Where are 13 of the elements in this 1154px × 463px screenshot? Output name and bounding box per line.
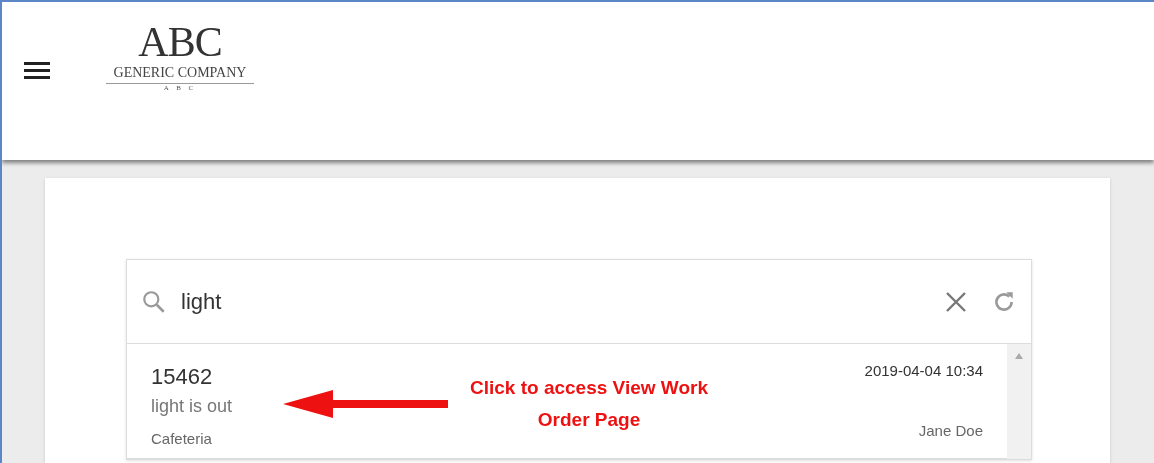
scroll-up-icon[interactable] xyxy=(1014,352,1024,360)
scrollbar[interactable] xyxy=(1007,344,1031,459)
order-location: Cafeteria xyxy=(151,429,213,449)
order-description: light is out xyxy=(151,395,233,418)
annotation-text: Click to access View Work Order Page xyxy=(469,376,709,432)
search-icon xyxy=(141,288,167,315)
clear-button[interactable] xyxy=(945,289,967,314)
search-field[interactable]: light xyxy=(181,285,945,318)
order-number: 15462 xyxy=(151,363,214,391)
order-assignee: Jane Doe xyxy=(918,420,983,441)
arrow-icon xyxy=(283,389,448,419)
logo-mark: ABC xyxy=(137,22,223,62)
order-date: 2019-04-04 10:34 xyxy=(864,361,983,381)
